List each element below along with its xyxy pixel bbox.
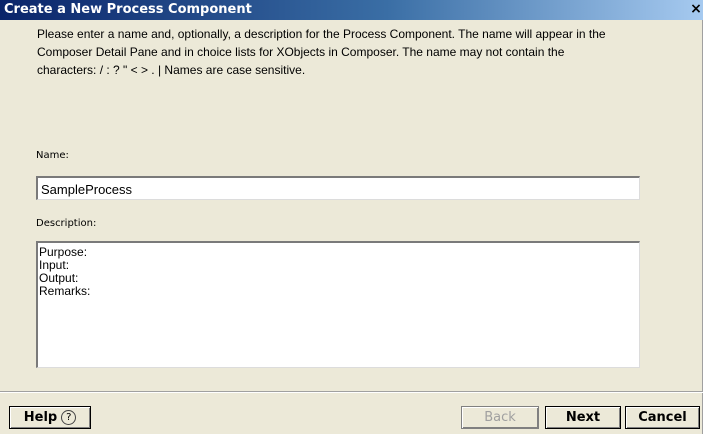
back-button-label: Back [484,410,516,425]
create-process-component-dialog: Create a New Process Component × Please … [0,0,703,434]
description-textarea[interactable]: Purpose: Input: Output: Remarks: [36,241,640,368]
name-input[interactable]: SampleProcess [36,176,640,200]
dialog-title: Create a New Process Component [4,2,252,17]
description-line: Purpose: [39,245,88,259]
instructions-line-3: characters: / : ? " < > . | Names are ca… [37,63,306,77]
instructions-line-1: Please enter a name and, optionally, a d… [37,27,606,41]
close-icon[interactable]: × [689,1,703,18]
help-button[interactable]: Help? [9,406,91,429]
back-button[interactable]: Back [461,406,539,429]
cancel-button[interactable]: Cancel [625,406,700,429]
instructions-line-2: Composer Detail Pane and in choice lists… [37,45,565,59]
button-separator [0,391,703,393]
title-bar[interactable]: Create a New Process Component × [0,0,703,20]
description-line: Input: [39,258,70,272]
question-circle-icon: ? [61,410,77,425]
next-button-label: Next [565,410,601,425]
name-label: Name: [36,150,69,161]
description-line: Remarks: [39,284,91,298]
description-line: Output: [39,271,79,285]
next-button[interactable]: Next [545,406,621,429]
description-label: Description: [36,218,97,229]
cancel-button-label: Cancel [638,410,687,425]
instructions-text: Please enter a name and, optionally, a d… [37,25,687,79]
help-button-label: Help [23,410,58,425]
